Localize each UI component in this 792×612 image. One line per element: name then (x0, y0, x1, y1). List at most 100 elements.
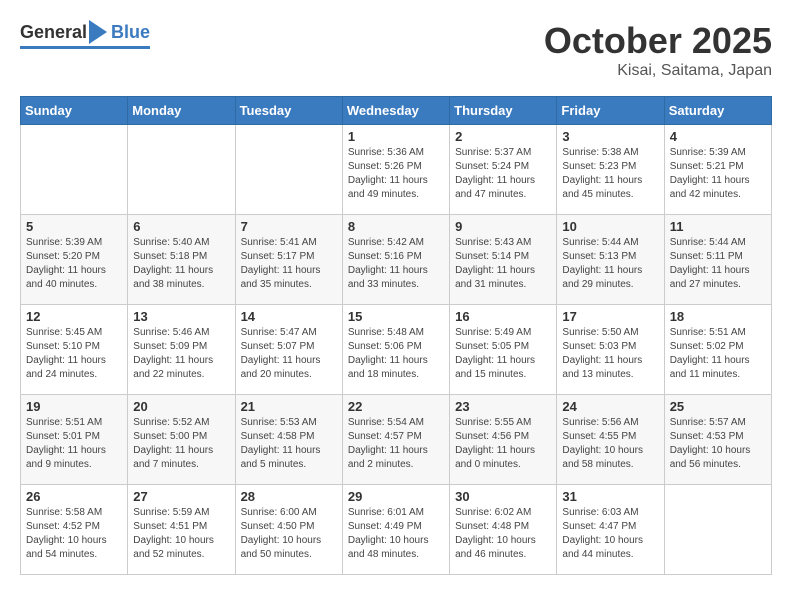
calendar-cell: 25Sunrise: 5:57 AM Sunset: 4:53 PM Dayli… (664, 395, 771, 485)
weekday-header: Monday (128, 97, 235, 125)
cell-info: Sunrise: 5:37 AM Sunset: 5:24 PM Dayligh… (455, 146, 551, 202)
logo-arrow-icon (89, 20, 107, 44)
cell-info: Sunrise: 5:51 AM Sunset: 5:02 PM Dayligh… (670, 326, 766, 382)
calendar-cell: 30Sunrise: 6:02 AM Sunset: 4:48 PM Dayli… (450, 485, 557, 575)
cell-info: Sunrise: 6:02 AM Sunset: 4:48 PM Dayligh… (455, 506, 551, 562)
day-number: 1 (348, 129, 444, 144)
cell-info: Sunrise: 5:36 AM Sunset: 5:26 PM Dayligh… (348, 146, 444, 202)
calendar-week-row: 1 Sunrise: 5:36 AM Sunset: 5:26 PM Daylig… (21, 125, 772, 215)
calendar-cell: 4 Sunrise: 5:39 AM Sunset: 5:21 PM Daylig… (664, 125, 771, 215)
day-number: 2 (455, 129, 551, 144)
day-number: 12 (26, 309, 122, 324)
calendar-cell: 18 Sunrise: 5:51 AM Sunset: 5:02 PM Dayli… (664, 305, 771, 395)
calendar-cell (128, 125, 235, 215)
day-number: 23 (455, 399, 551, 414)
calendar-cell: 31 Sunrise: 6:03 AM Sunset: 4:47 PM Dayli… (557, 485, 664, 575)
day-number: 15 (348, 309, 444, 324)
day-number: 14 (241, 309, 337, 324)
cell-info: Sunrise: 5:53 AM Sunset: 4:58 PM Dayligh… (241, 416, 337, 472)
calendar-cell: 17Sunrise: 5:50 AM Sunset: 5:03 PM Dayli… (557, 305, 664, 395)
logo: General Blue (20, 20, 150, 49)
calendar-cell: 23 Sunrise: 5:55 AM Sunset: 4:56 PM Dayli… (450, 395, 557, 485)
day-number: 25 (670, 399, 766, 414)
cell-info: Sunrise: 5:39 AM Sunset: 5:20 PM Dayligh… (26, 236, 122, 292)
cell-info: Sunrise: 5:45 AM Sunset: 5:10 PM Dayligh… (26, 326, 122, 382)
day-number: 18 (670, 309, 766, 324)
calendar-cell: 15 Sunrise: 5:48 AM Sunset: 5:06 PM Dayli… (342, 305, 449, 395)
calendar-week-row: 19 Sunrise: 5:51 AM Sunset: 5:01 PM Dayli… (21, 395, 772, 485)
weekday-header: Saturday (664, 97, 771, 125)
cell-info: Sunrise: 5:59 AM Sunset: 4:51 PM Dayligh… (133, 506, 229, 562)
calendar-week-row: 5Sunrise: 5:39 AM Sunset: 5:20 PM Daylig… (21, 215, 772, 305)
weekday-header: Thursday (450, 97, 557, 125)
day-number: 20 (133, 399, 229, 414)
day-number: 21 (241, 399, 337, 414)
calendar-cell: 19 Sunrise: 5:51 AM Sunset: 5:01 PM Dayli… (21, 395, 128, 485)
calendar-cell: 12 Sunrise: 5:45 AM Sunset: 5:10 PM Dayli… (21, 305, 128, 395)
calendar-cell: 24Sunrise: 5:56 AM Sunset: 4:55 PM Dayli… (557, 395, 664, 485)
day-number: 31 (562, 489, 658, 504)
calendar-cell (21, 125, 128, 215)
day-number: 28 (241, 489, 337, 504)
day-number: 3 (562, 129, 658, 144)
day-number: 27 (133, 489, 229, 504)
cell-info: Sunrise: 5:48 AM Sunset: 5:06 PM Dayligh… (348, 326, 444, 382)
day-number: 29 (348, 489, 444, 504)
title-section: October 2025 Kisai, Saitama, Japan (544, 20, 772, 80)
cell-info: Sunrise: 5:42 AM Sunset: 5:16 PM Dayligh… (348, 236, 444, 292)
calendar-cell: 9 Sunrise: 5:43 AM Sunset: 5:14 PM Daylig… (450, 215, 557, 305)
calendar-cell: 1 Sunrise: 5:36 AM Sunset: 5:26 PM Daylig… (342, 125, 449, 215)
cell-info: Sunrise: 6:00 AM Sunset: 4:50 PM Dayligh… (241, 506, 337, 562)
weekday-header: Friday (557, 97, 664, 125)
calendar-cell: 13 Sunrise: 5:46 AM Sunset: 5:09 PM Dayli… (128, 305, 235, 395)
cell-info: Sunrise: 5:44 AM Sunset: 5:11 PM Dayligh… (670, 236, 766, 292)
calendar-cell: 27 Sunrise: 5:59 AM Sunset: 4:51 PM Dayli… (128, 485, 235, 575)
page-header: General Blue October 2025 Kisai, Saitama… (20, 20, 772, 80)
day-number: 8 (348, 219, 444, 234)
cell-info: Sunrise: 5:39 AM Sunset: 5:21 PM Dayligh… (670, 146, 766, 202)
logo-underline (20, 46, 150, 49)
cell-info: Sunrise: 5:49 AM Sunset: 5:05 PM Dayligh… (455, 326, 551, 382)
day-number: 7 (241, 219, 337, 234)
day-number: 6 (133, 219, 229, 234)
calendar-cell: 20 Sunrise: 5:52 AM Sunset: 5:00 PM Dayli… (128, 395, 235, 485)
calendar-week-row: 12 Sunrise: 5:45 AM Sunset: 5:10 PM Dayli… (21, 305, 772, 395)
cell-info: Sunrise: 5:58 AM Sunset: 4:52 PM Dayligh… (26, 506, 122, 562)
cell-info: Sunrise: 5:44 AM Sunset: 5:13 PM Dayligh… (562, 236, 658, 292)
cell-info: Sunrise: 5:55 AM Sunset: 4:56 PM Dayligh… (455, 416, 551, 472)
cell-info: Sunrise: 5:47 AM Sunset: 5:07 PM Dayligh… (241, 326, 337, 382)
day-number: 13 (133, 309, 229, 324)
day-number: 16 (455, 309, 551, 324)
cell-info: Sunrise: 5:43 AM Sunset: 5:14 PM Dayligh… (455, 236, 551, 292)
weekday-header: Tuesday (235, 97, 342, 125)
calendar-cell (664, 485, 771, 575)
calendar-cell: 21 Sunrise: 5:53 AM Sunset: 4:58 PM Dayli… (235, 395, 342, 485)
cell-info: Sunrise: 5:46 AM Sunset: 5:09 PM Dayligh… (133, 326, 229, 382)
calendar-cell: 29Sunrise: 6:01 AM Sunset: 4:49 PM Dayli… (342, 485, 449, 575)
month-title: October 2025 (544, 20, 772, 62)
calendar-cell: 8 Sunrise: 5:42 AM Sunset: 5:16 PM Daylig… (342, 215, 449, 305)
calendar-cell: 11Sunrise: 5:44 AM Sunset: 5:11 PM Dayli… (664, 215, 771, 305)
calendar-table: SundayMondayTuesdayWednesdayThursdayFrid… (20, 96, 772, 575)
calendar-cell: 22Sunrise: 5:54 AM Sunset: 4:57 PM Dayli… (342, 395, 449, 485)
calendar-cell: 7 Sunrise: 5:41 AM Sunset: 5:17 PM Daylig… (235, 215, 342, 305)
cell-info: Sunrise: 5:56 AM Sunset: 4:55 PM Dayligh… (562, 416, 658, 472)
location-text: Kisai, Saitama, Japan (544, 62, 772, 80)
cell-info: Sunrise: 5:41 AM Sunset: 5:17 PM Dayligh… (241, 236, 337, 292)
cell-info: Sunrise: 6:03 AM Sunset: 4:47 PM Dayligh… (562, 506, 658, 562)
calendar-cell: 26Sunrise: 5:58 AM Sunset: 4:52 PM Dayli… (21, 485, 128, 575)
cell-info: Sunrise: 5:38 AM Sunset: 5:23 PM Dayligh… (562, 146, 658, 202)
day-number: 19 (26, 399, 122, 414)
calendar-week-row: 26Sunrise: 5:58 AM Sunset: 4:52 PM Dayli… (21, 485, 772, 575)
day-number: 10 (562, 219, 658, 234)
day-number: 9 (455, 219, 551, 234)
cell-info: Sunrise: 5:51 AM Sunset: 5:01 PM Dayligh… (26, 416, 122, 472)
calendar-cell: 10 Sunrise: 5:44 AM Sunset: 5:13 PM Dayli… (557, 215, 664, 305)
day-number: 4 (670, 129, 766, 144)
cell-info: Sunrise: 5:52 AM Sunset: 5:00 PM Dayligh… (133, 416, 229, 472)
cell-info: Sunrise: 5:54 AM Sunset: 4:57 PM Dayligh… (348, 416, 444, 472)
logo-blue-text: Blue (111, 22, 150, 43)
cell-info: Sunrise: 5:40 AM Sunset: 5:18 PM Dayligh… (133, 236, 229, 292)
calendar-cell: 28 Sunrise: 6:00 AM Sunset: 4:50 PM Dayli… (235, 485, 342, 575)
calendar-cell: 14 Sunrise: 5:47 AM Sunset: 5:07 PM Dayli… (235, 305, 342, 395)
